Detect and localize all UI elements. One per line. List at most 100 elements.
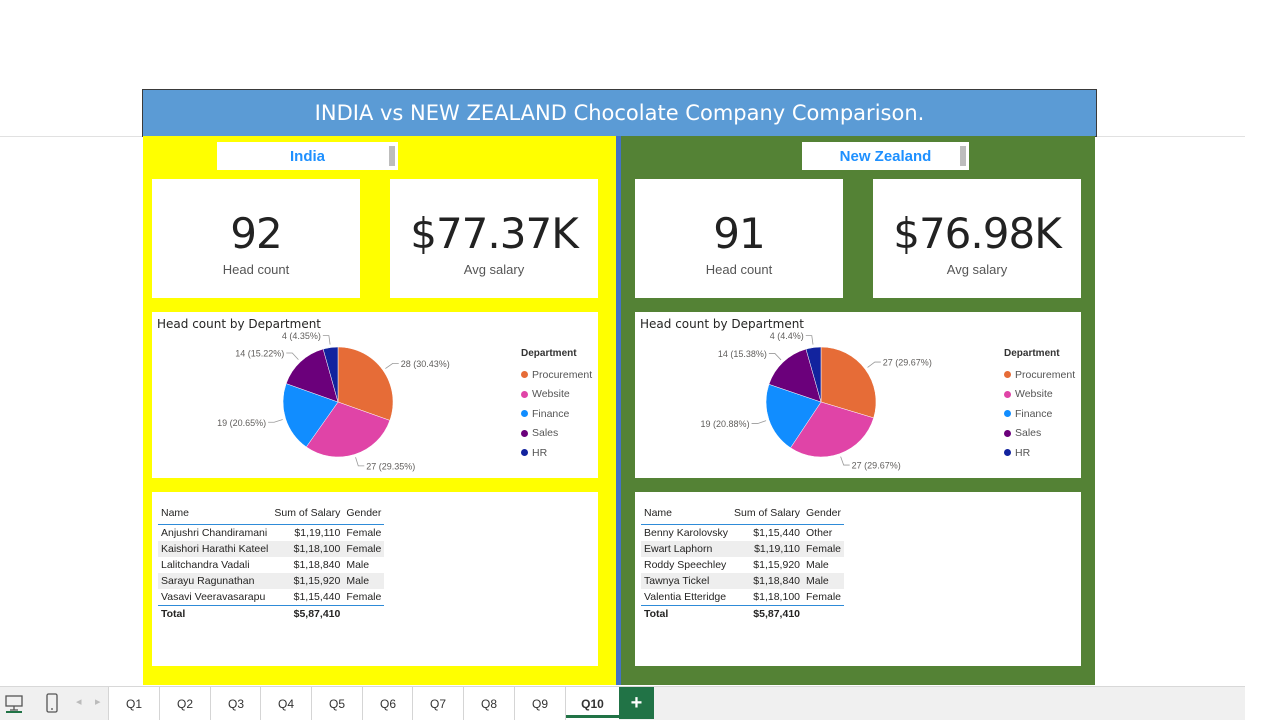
legend-dot [521, 410, 528, 418]
legend-title: Department [1004, 348, 1060, 359]
column-header-salary[interactable]: Sum of Salary [731, 502, 803, 525]
leader-line [268, 419, 283, 423]
legend-dot [1004, 449, 1011, 457]
table-row[interactable]: Roddy Speechley $1,15,920 Male [641, 557, 844, 573]
cell-gender: Female [346, 527, 382, 539]
total-empty [343, 605, 385, 622]
chart-legend: Department Procurement Website Finance S… [1004, 348, 1075, 463]
department-chart-india: Head count by Department 28 (30.43%) 27 (… [152, 312, 598, 478]
chevron-right-icon[interactable]: ▸ [95, 695, 101, 708]
legend-dot [521, 371, 528, 379]
slicer-scrollbar[interactable] [389, 146, 395, 166]
country-slicer-new-zealand[interactable]: New Zealand [802, 142, 969, 170]
cell-gender: Male [806, 559, 829, 571]
department-chart-nz: Head count by Department 27 (29.67%) 27 (… [635, 312, 1081, 478]
tab-q9[interactable]: Q9 [514, 687, 565, 720]
cell-name: Valentia Etteridge [644, 591, 727, 603]
legend-item-website[interactable]: Website [521, 385, 592, 405]
column-header-name[interactable]: Name [158, 502, 272, 525]
tab-q10[interactable]: Q10 [565, 687, 619, 720]
data-label: 4 (4.4%) [770, 331, 804, 341]
tab-q6[interactable]: Q6 [362, 687, 413, 720]
table-row[interactable]: Vasavi Veeravasarapu $1,15,440 Female [158, 589, 384, 606]
legend-item-hr[interactable]: HR [1004, 443, 1075, 463]
legend-label: Sales [1015, 427, 1042, 440]
legend-item-finance[interactable]: Finance [1004, 404, 1075, 424]
total-value: $5,87,410 [731, 605, 803, 622]
tab-q8[interactable]: Q8 [463, 687, 514, 720]
avg-salary-value: $76.98K [893, 209, 1062, 258]
legend-label: Website [1015, 388, 1053, 401]
legend-item-sales[interactable]: Sales [1004, 424, 1075, 444]
headcount-card-nz: 91 Head count [635, 179, 843, 298]
legend-item-procurement[interactable]: Procurement [521, 365, 592, 385]
cell-gender: Male [343, 573, 385, 589]
cell-gender: Female [343, 541, 385, 557]
column-header-gender[interactable]: Gender [803, 502, 845, 525]
data-label: 28 (30.43%) [401, 359, 450, 369]
table-row[interactable]: Benny Karolovsky $1,15,440 Other [641, 525, 844, 542]
tab-q5[interactable]: Q5 [311, 687, 362, 720]
tab-q2[interactable]: Q2 [159, 687, 210, 720]
data-label: 4 (4.35%) [282, 331, 321, 341]
mobile-icon[interactable] [44, 693, 60, 720]
salary-table: Name Sum of Salary Gender Anjushri Chand… [158, 502, 385, 622]
salary-table-india: Name Sum of Salary Gender Anjushri Chand… [152, 492, 598, 666]
column-header-name[interactable]: Name [641, 502, 732, 525]
cell-gender: Female [803, 541, 845, 557]
cell-salary: $1,18,840 [731, 573, 803, 589]
legend-label: Website [532, 388, 570, 401]
legend-label: Procurement [532, 368, 593, 381]
legend-dot [1004, 429, 1011, 437]
avg-salary-value: $77.37K [410, 209, 579, 258]
legend-label: Sales [532, 427, 559, 440]
cell-salary: $1,15,440 [753, 527, 800, 539]
leader-line [768, 353, 782, 361]
data-label: 19 (20.88%) [701, 419, 750, 429]
leader-line [751, 420, 767, 424]
slicer-scrollbar[interactable] [960, 146, 966, 166]
tab-q3[interactable]: Q3 [210, 687, 261, 720]
legend-item-procurement[interactable]: Procurement [1004, 365, 1075, 385]
table-row[interactable]: Anjushri Chandiramani $1,19,110 Female [158, 525, 384, 542]
legend-item-sales[interactable]: Sales [521, 424, 592, 444]
legend-title: Department [521, 348, 577, 359]
cell-name: Lalitchandra Vadali [161, 559, 250, 571]
avg-salary-label: Avg salary [946, 262, 1008, 277]
table-row[interactable]: Lalitchandra Vadali $1,18,840 Male [158, 557, 384, 573]
headcount-card-india: 92 Head count [152, 179, 360, 298]
table-row[interactable]: Sarayu Ragunathan $1,15,920 Male [158, 573, 385, 589]
legend-item-website[interactable]: Website [1004, 385, 1075, 405]
table-row[interactable]: Tawnya Tickel $1,18,840 Male [641, 573, 845, 589]
cell-gender: Male [803, 573, 845, 589]
headcount-label: Head count [705, 262, 773, 277]
column-header-salary[interactable]: Sum of Salary [271, 502, 344, 525]
chevron-left-icon[interactable]: ◂ [76, 695, 82, 708]
legend-item-finance[interactable]: Finance [521, 404, 592, 424]
add-sheet-button[interactable]: + [619, 687, 654, 719]
cell-name: Sarayu Ragunathan [158, 573, 272, 589]
country-slicer-india[interactable]: India [217, 142, 398, 170]
table-total-row: Total $5,87,410 [641, 605, 845, 622]
leader-line [385, 362, 399, 369]
data-label: 27 (29.35%) [366, 461, 415, 471]
legend-label: HR [532, 446, 548, 459]
headcount-label: Head count [222, 262, 290, 277]
cell-salary: $1,19,110 [731, 541, 803, 557]
data-label: 27 (29.67%) [883, 358, 932, 368]
chart-legend: Department Procurement Website Finance S… [521, 348, 592, 463]
tab-q4[interactable]: Q4 [260, 687, 311, 720]
legend-dot [521, 390, 528, 398]
leader-line [355, 457, 365, 467]
table-row[interactable]: Ewart Laphorn $1,19,110 Female [641, 541, 845, 557]
tab-q7[interactable]: Q7 [412, 687, 463, 720]
legend-dot [1004, 390, 1011, 398]
desktop-icon[interactable] [4, 693, 24, 718]
cell-salary: $1,19,110 [294, 527, 341, 539]
cell-name: Benny Karolovsky [644, 527, 729, 539]
table-row[interactable]: Valentia Etteridge $1,18,100 Female [641, 589, 844, 606]
table-row[interactable]: Kaishori Harathi Kateel $1,18,100 Female [158, 541, 385, 557]
tab-q1[interactable]: Q1 [108, 687, 159, 720]
column-header-gender[interactable]: Gender [343, 502, 385, 525]
legend-item-hr[interactable]: HR [521, 443, 592, 463]
